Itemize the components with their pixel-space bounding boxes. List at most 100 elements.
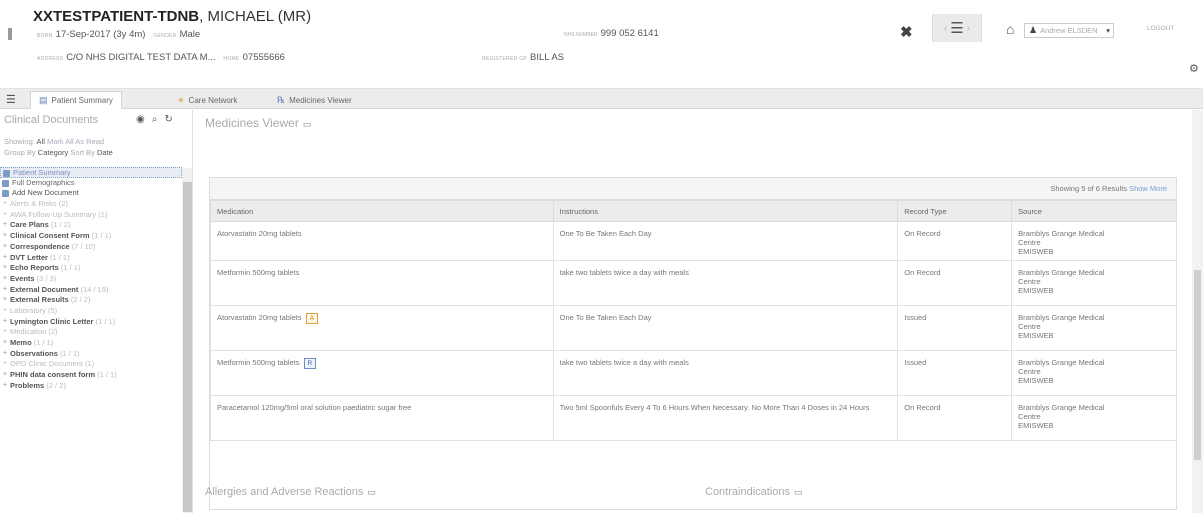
tree-category-item[interactable]: Laboratory (5) [0, 306, 182, 317]
chevron-left-icon[interactable]: ‹ [944, 23, 947, 34]
tree-item-patient-summary[interactable]: Patient Summary [0, 167, 182, 178]
tab-patient-summary[interactable]: ▤ Patient Summary [30, 91, 122, 109]
popout-icon[interactable]: ▭ [367, 487, 376, 497]
care-network-icon: ⚭ [177, 94, 185, 105]
column-header-instructions[interactable]: Instructions [552, 200, 899, 222]
tree-category-item[interactable]: AWA Follow-Up Summary (1) [0, 210, 182, 221]
showing-all-link[interactable]: All [37, 137, 45, 146]
repeat-badge: R [303, 358, 317, 369]
source-line: Centre [1018, 238, 1041, 247]
eye-icon[interactable]: ◉ [136, 114, 145, 125]
user-icon: ♟ [1029, 25, 1038, 35]
source-line: Bramblys Grange Medical [1018, 229, 1105, 238]
tree-category-item[interactable]: Echo Reports (1 / 1) [0, 263, 182, 274]
tree-category-label: Memo [10, 338, 32, 347]
main-scrollbar[interactable] [1192, 110, 1203, 513]
source-cell: Bramblys Grange Medical Centre EMISWEB [1011, 221, 1177, 261]
table-row[interactable]: Atorvastatin 20mg tablets A One To Be Take… [210, 305, 1177, 351]
registered-gp: Registered GP BILL AS [482, 52, 565, 63]
medication-cell: Atorvastatin 20mg tablets [210, 221, 554, 261]
tree-item-full-demographics[interactable]: Full Demographics [0, 178, 182, 189]
tree-category-item[interactable]: PHIN data consent form (1 / 1) [0, 370, 182, 381]
tree-category-label: AWA Follow-Up Summary [10, 209, 97, 219]
user-dropdown[interactable]: ♟ Andrew ELSDEN ▾ [1024, 23, 1114, 38]
settings-gear-icon[interactable]: ⚙ [1189, 62, 1199, 75]
tree-item-add-new-document[interactable]: Add New Document [0, 188, 182, 199]
tree-category-count: (1 / 1) [97, 370, 117, 380]
popout-icon[interactable]: ▭ [303, 119, 312, 129]
instructions-cell: One To Be Taken Each Day [552, 221, 899, 261]
medicines-card: Showing 5 of 6 Results Show More Medicati… [209, 177, 1177, 510]
tree-category-label: Correspondence [10, 241, 70, 251]
instructions-cell: One To Be Taken Each Day [552, 305, 899, 351]
tree-category-label: Laboratory [10, 305, 46, 315]
tree-category-count: (2) [48, 327, 58, 337]
column-header-medication[interactable]: Medication [210, 200, 554, 222]
table-row[interactable]: Metformin 500mg tablets take two tablets … [210, 260, 1177, 306]
patient-list-nav[interactable]: ‹ ☰ › [932, 14, 982, 42]
source-line: Centre [1018, 277, 1041, 286]
tree-category-item[interactable]: Alerts & Risks (2) [0, 199, 182, 210]
source-line: EMISWEB [1018, 286, 1054, 295]
chevron-right-icon[interactable]: › [967, 23, 970, 34]
tree-category-label: Lymington Clinic Letter [10, 316, 94, 326]
tree-category-item[interactable]: Medication (2) [0, 327, 182, 338]
medication-cell: Atorvastatin 20mg tablets A [210, 305, 554, 351]
tree-category-item[interactable]: OPD Clinic Document (1) [0, 359, 182, 370]
tree-category-count: (7 / 10) [71, 241, 96, 251]
instructions-cell: Two 5ml Spoonfuls Every 4 To 6 Hours Whe… [552, 395, 899, 441]
tab-medicines-viewer[interactable]: ℞ Medicines Viewer [268, 91, 361, 109]
source-cell: Bramblys Grange Medical Centre EMISWEB [1011, 260, 1177, 306]
tree-category-item[interactable]: Care Plans (1 / 2) [0, 220, 182, 231]
tree-category-item[interactable]: Correspondence (7 / 10) [0, 242, 182, 253]
group-by-select[interactable]: Category [38, 148, 68, 157]
home-icon[interactable]: ⌂ [1006, 21, 1014, 37]
search-icon[interactable]: ⌕ [152, 114, 158, 125]
tree-category-count: (1 / 1) [60, 348, 80, 358]
tree-category-item[interactable]: External Results (2 / 2) [0, 295, 182, 306]
tree-category-item[interactable]: DVT Letter (1 / 1) [0, 253, 182, 264]
tree-category-item[interactable]: External Document (14 / 19) [0, 285, 182, 296]
tab-care-network[interactable]: ⚭ Care Network [168, 91, 246, 109]
source-line: Bramblys Grange Medical [1018, 313, 1105, 322]
sort-by-select[interactable]: Date [97, 148, 113, 157]
tree-category-item[interactable]: Lymington Clinic Letter (1 / 1) [0, 317, 182, 328]
tree-category-label: DVT Letter [10, 252, 48, 262]
tree-category-item[interactable]: Events (3 / 3) [0, 274, 182, 285]
popout-icon[interactable]: ▭ [794, 487, 803, 497]
table-row[interactable]: Metformin 500mg tablets Rtake two tablets… [210, 350, 1177, 396]
medication-name: Metformin 500mg tablets [217, 358, 300, 367]
tree-category-item[interactable]: Observations (1 / 1) [0, 349, 182, 360]
tree-category-count: (2 / 2) [70, 295, 91, 305]
tree-category-item[interactable]: Problems (2 / 2) [0, 381, 182, 392]
column-header-record-type[interactable]: Record Type [897, 200, 1013, 222]
tree-category-label: Events [10, 273, 35, 283]
mark-all-read-link[interactable]: Mark All As Read [47, 137, 104, 146]
column-header-source[interactable]: Source [1011, 200, 1177, 222]
main-scrollbar-thumb[interactable] [1194, 270, 1201, 460]
close-patient-icon[interactable]: ✖ [900, 23, 913, 41]
source-line: EMISWEB [1018, 331, 1054, 340]
tree-category-item[interactable]: Memo (1 / 1) [0, 338, 182, 349]
medicines-viewer-title: Medicines Viewer ▭ [205, 116, 312, 130]
medicines-card-header: Showing 5 of 6 Results Show More [210, 178, 1176, 200]
tree-category-count: (1 / 1) [60, 263, 81, 273]
show-more-link[interactable]: Show More [1129, 184, 1167, 193]
table-row[interactable]: Paracetamol 120mg/5ml oral solution paed… [210, 395, 1177, 441]
table-row[interactable]: Atorvastatin 20mg tablets One To Be Taken… [210, 221, 1177, 261]
left-scrollbar-thumb[interactable] [183, 182, 192, 512]
clinical-documents-panel: Clinical Documents ◉ ⌕ ↻ Showing: All Ma… [0, 110, 193, 513]
banner-collapse-handle[interactable] [8, 28, 12, 40]
left-scrollbar[interactable] [182, 168, 192, 513]
list-icon[interactable]: ☰ [950, 19, 963, 37]
refresh-icon[interactable]: ↻ [164, 114, 172, 125]
logout-link[interactable]: LOGOUT [1147, 25, 1174, 32]
record-type-cell: Issued [897, 305, 1013, 351]
table-header-row: Medication Instructions Record Type Sour… [210, 200, 1177, 222]
menu-icon[interactable]: ☰ [6, 93, 16, 106]
tree-category-item[interactable]: Clinical Consent Form (1 / 1) [0, 231, 182, 242]
tree-category-label: Alerts & Risks [10, 199, 57, 209]
tree-category-label: Care Plans [10, 220, 49, 230]
tree-category-label: External Document [10, 284, 79, 294]
tree-category-count: (1 / 2) [50, 220, 71, 230]
